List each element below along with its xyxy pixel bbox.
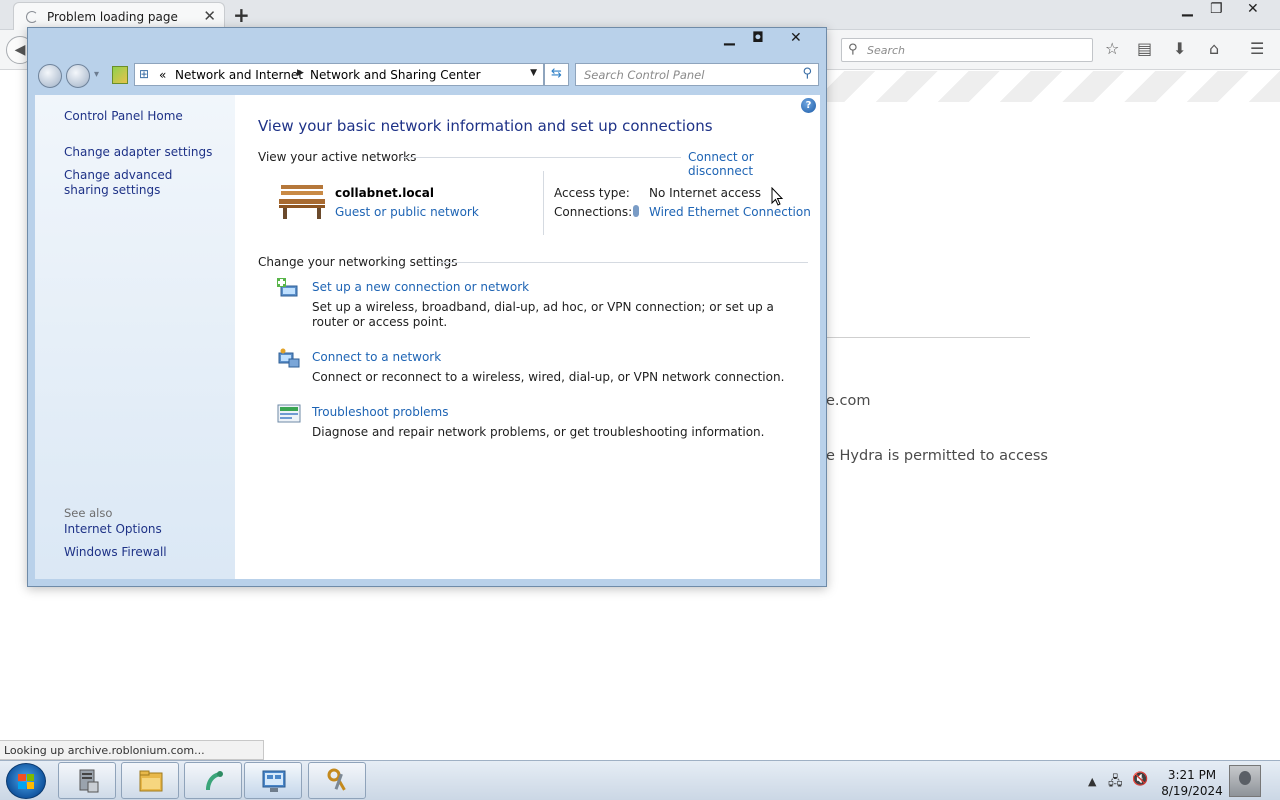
section-divider <box>438 262 808 263</box>
help-icon[interactable]: ? <box>801 98 816 113</box>
public-network-bench-icon <box>279 185 325 219</box>
access-type-value: No Internet access <box>649 186 762 200</box>
volume-muted-icon[interactable]: 🔇 <box>1132 772 1148 787</box>
network-control-panel-icon <box>262 770 286 792</box>
breadcrumb-sharing-center[interactable]: Network and Sharing Center <box>310 68 481 82</box>
breadcrumb-overflow[interactable]: « <box>159 68 166 82</box>
connect-to-network-link[interactable]: Connect to a network <box>312 350 441 364</box>
breadcrumb-separator-icon[interactable]: ▶ <box>297 68 304 78</box>
network-type-link[interactable]: Guest or public network <box>335 205 479 219</box>
window-minimize-button[interactable]: ▁ <box>724 30 735 46</box>
main-content: ? View your basic network information an… <box>235 95 820 579</box>
folder-icon <box>139 770 163 792</box>
connect-to-network-description: Connect or reconnect to a wireless, wire… <box>312 370 785 384</box>
sidebar-change-adapter-settings[interactable]: Change adapter settings <box>64 145 212 160</box>
error-page-text-fragment: e Hydra is permitted to access <box>826 448 1048 464</box>
taskbar-file-explorer[interactable] <box>121 762 179 799</box>
troubleshoot-problems-description: Diagnose and repair network problems, or… <box>312 425 765 439</box>
menu-icon[interactable]: ☰ <box>1250 39 1264 58</box>
error-page-divider <box>826 337 1030 338</box>
connections-label: Connections: <box>554 205 633 219</box>
browser-search-input[interactable]: ⚲ Search <box>841 38 1093 62</box>
home-icon[interactable]: ⌂ <box>1209 39 1219 58</box>
control-panel-search-placeholder: Search Control Panel <box>584 68 705 82</box>
browser-minimize-button[interactable]: ▁ <box>1182 1 1193 17</box>
error-page-text-fragment: e.com <box>826 393 871 409</box>
nav-back-button[interactable] <box>38 64 62 88</box>
user-avatar[interactable] <box>1229 765 1261 797</box>
network-sharing-center-window: ▁ ◘ ✕ ▾ ⊞ « Network and Internet ▶ Netwo… <box>27 27 827 587</box>
connect-network-icon <box>278 348 300 368</box>
show-hidden-icons-chevron-icon[interactable]: ▲ <box>1088 775 1096 788</box>
keys-icon <box>327 768 346 791</box>
taskbar-server-manager[interactable] <box>58 762 116 799</box>
network-tray-icon[interactable]: 🖧 <box>1108 772 1123 794</box>
window-close-button[interactable]: ✕ <box>790 30 802 46</box>
sidebar-windows-firewall[interactable]: Windows Firewall <box>64 545 167 560</box>
address-bar[interactable]: ⊞ « Network and Internet ▶ Network and S… <box>134 63 544 86</box>
server-manager-icon <box>79 769 99 793</box>
network-name: collabnet.local <box>335 186 434 200</box>
taskbar: ▲ 🖧 🔇 3:21 PM 8/19/2024 <box>0 760 1280 800</box>
powershell-icon <box>206 771 223 790</box>
refresh-button[interactable]: ⇆ <box>544 63 569 86</box>
ethernet-plug-icon <box>633 205 639 217</box>
taskbar-powershell[interactable] <box>184 762 242 799</box>
access-type-label: Access type: <box>554 186 630 200</box>
breadcrumb-network-internet[interactable]: Network and Internet <box>175 68 303 82</box>
nav-forward-button[interactable] <box>66 64 90 88</box>
networking-settings-label: Change your networking settings <box>258 255 458 269</box>
new-connection-icon <box>277 278 298 297</box>
reading-list-icon[interactable]: ▤ <box>1137 39 1152 58</box>
system-clock[interactable]: 3:21 PM 8/19/2024 <box>1154 767 1230 799</box>
page-title: View your basic network information and … <box>258 117 713 135</box>
browser-tab-title: Problem loading page <box>47 10 178 24</box>
taskbar-key-tool[interactable] <box>308 762 366 799</box>
wired-ethernet-connection-link[interactable]: Wired Ethernet Connection <box>649 205 811 219</box>
recent-pages-chevron-icon[interactable]: ▾ <box>94 69 99 80</box>
section-divider <box>401 157 681 158</box>
new-tab-button[interactable]: + <box>233 3 250 27</box>
taskbar-control-panel[interactable] <box>244 762 302 799</box>
task-sidebar: Control Panel Home Change adapter settin… <box>35 95 235 579</box>
search-icon: ⚲ <box>802 66 812 81</box>
troubleshoot-icon <box>277 404 301 423</box>
bookmark-star-icon[interactable]: ☆ <box>1105 39 1119 58</box>
windows-logo-icon <box>18 774 34 789</box>
browser-restore-button[interactable]: ❐ <box>1210 1 1223 17</box>
sidebar-change-advanced-sharing[interactable]: Change advanced sharing settings <box>64 168 214 198</box>
loading-spinner-icon <box>26 11 38 23</box>
sidebar-control-panel-home[interactable]: Control Panel Home <box>64 109 183 124</box>
setup-connection-description: Set up a wireless, broadband, dial-up, a… <box>312 300 774 329</box>
network-info-divider <box>543 171 544 235</box>
close-tab-icon[interactable]: ✕ <box>203 7 216 25</box>
clock-time: 3:21 PM <box>1167 768 1217 782</box>
control-panel-icon <box>112 66 128 84</box>
mouse-cursor-icon <box>771 187 784 206</box>
see-also-label: See also <box>64 506 113 520</box>
address-dropdown-icon[interactable]: ▼ <box>530 68 537 78</box>
troubleshoot-problems-link[interactable]: Troubleshoot problems <box>312 405 448 419</box>
browser-status-text: Looking up archive.roblonium.com... <box>0 740 264 760</box>
window-maximize-button[interactable]: ◘ <box>752 30 764 46</box>
search-icon: ⚲ <box>848 42 858 57</box>
sidebar-internet-options[interactable]: Internet Options <box>64 522 162 537</box>
error-page-banner <box>826 71 1280 102</box>
control-panel-search-input[interactable]: Search Control Panel ⚲ <box>575 63 819 86</box>
browser-tab-strip: Problem loading page ✕ + ▁ ❐ ✕ <box>0 0 1280 30</box>
setup-connection-link[interactable]: Set up a new connection or network <box>312 280 529 294</box>
browser-search-placeholder: Search <box>867 44 906 57</box>
browser-tab[interactable]: Problem loading page ✕ <box>13 2 225 30</box>
connect-or-disconnect-link[interactable]: Connect or disconnect <box>688 150 820 178</box>
network-breadcrumb-icon: ⊞ <box>139 67 150 81</box>
start-button[interactable] <box>6 763 46 799</box>
active-networks-label: View your active networks <box>258 150 417 164</box>
clock-date: 8/19/2024 <box>1161 784 1223 798</box>
downloads-icon[interactable]: ⬇ <box>1173 39 1186 58</box>
browser-close-button[interactable]: ✕ <box>1247 1 1259 17</box>
